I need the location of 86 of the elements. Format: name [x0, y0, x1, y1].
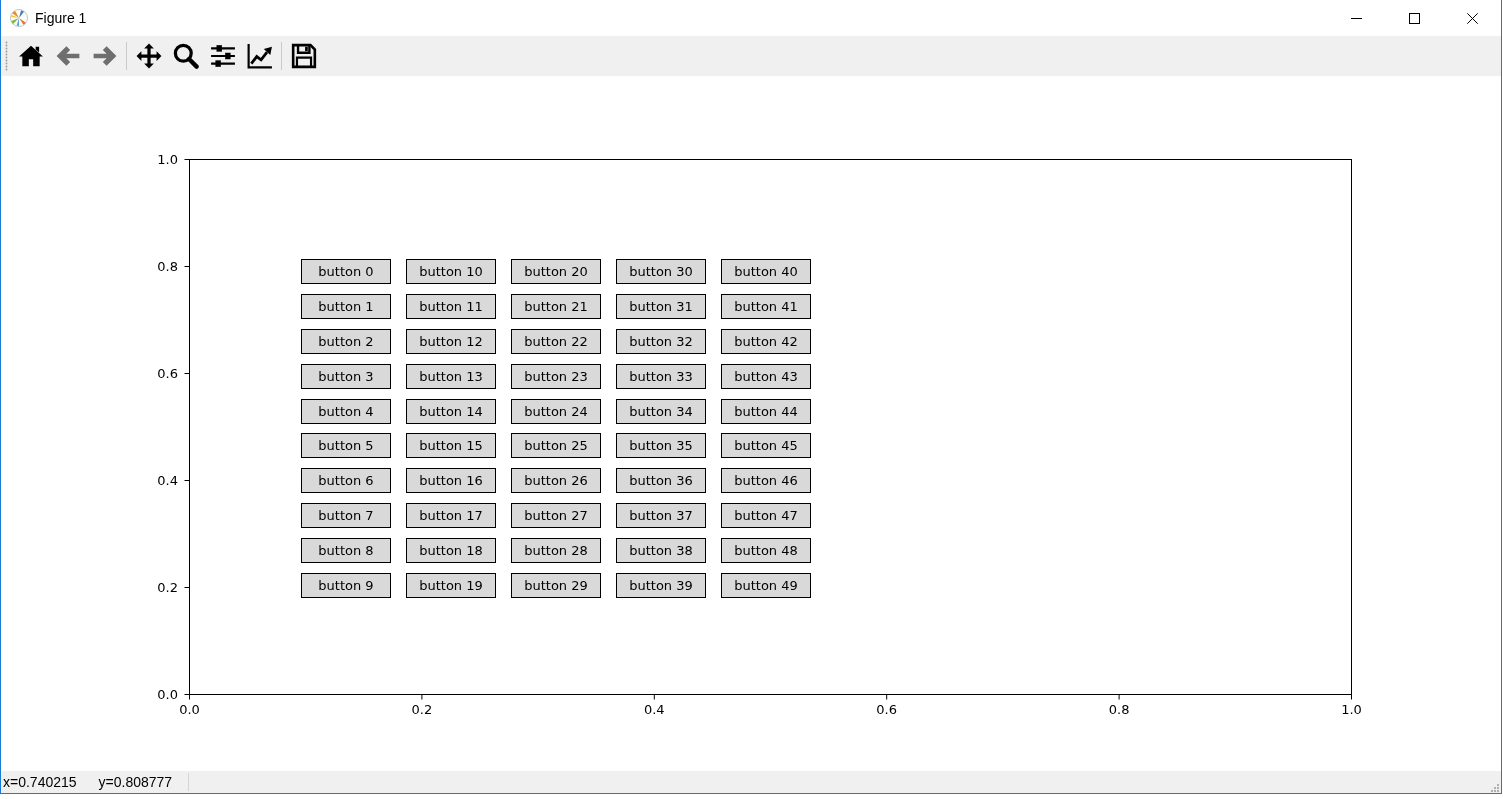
widget-button[interactable]: button 21 — [511, 293, 601, 319]
y-tick-label: 0.0 — [157, 687, 178, 703]
widget-button[interactable]: button 25 — [511, 433, 601, 459]
widget-button[interactable]: button 47 — [721, 503, 811, 529]
widget-button[interactable]: button 27 — [511, 503, 601, 529]
y-tick-label: 0.4 — [157, 473, 178, 489]
tick-mark — [1351, 694, 1352, 700]
close-icon[interactable] — [1466, 12, 1478, 24]
cursor-y-readout: y=0.808777 — [98, 774, 173, 790]
widget-button[interactable]: button 6 — [301, 468, 391, 494]
tick-mark — [184, 159, 190, 160]
widget-button[interactable]: button 23 — [511, 363, 601, 389]
cursor-x-readout: x=0.740215 — [3, 774, 77, 790]
widget-button[interactable]: button 26 — [511, 468, 601, 494]
widget-button[interactable]: button 4 — [301, 398, 391, 424]
widget-button[interactable]: button 13 — [406, 363, 496, 389]
widget-button[interactable]: button 34 — [616, 398, 706, 424]
x-tick-label: 0.6 — [876, 702, 898, 717]
minimize-icon[interactable] — [1350, 17, 1362, 19]
size-grip-icon[interactable] — [1489, 782, 1499, 792]
x-tick-label: 0.2 — [411, 702, 433, 717]
tick-mark — [653, 694, 655, 700]
widget-button[interactable]: button 14 — [406, 398, 496, 424]
y-tick-label: 0.8 — [157, 259, 178, 275]
widget-button[interactable]: button 36 — [616, 468, 706, 494]
widget-button[interactable]: button 42 — [721, 328, 811, 354]
home-icon[interactable] — [17, 43, 44, 69]
widget-button[interactable]: button 43 — [721, 363, 811, 389]
widget-button[interactable]: button 45 — [721, 433, 811, 459]
widget-button[interactable]: button 29 — [511, 573, 601, 598]
widget-button[interactable]: button 2 — [301, 328, 391, 354]
widget-button[interactable]: button 9 — [301, 573, 391, 598]
widget-button[interactable]: button 28 — [511, 538, 601, 564]
widget-button[interactable]: button 19 — [406, 573, 496, 598]
x-tick-label: 0.0 — [179, 702, 200, 717]
widget-button[interactable]: button 8 — [301, 538, 391, 564]
widget-button[interactable]: button 0 — [301, 259, 391, 284]
tick-mark — [421, 694, 423, 700]
widget-button[interactable]: button 46 — [721, 468, 811, 494]
magnifier-icon[interactable] — [172, 43, 199, 69]
y-tick-label: 1.0 — [157, 152, 178, 168]
widget-button[interactable]: button 37 — [616, 503, 706, 529]
widget-button[interactable]: button 30 — [616, 259, 706, 284]
widget-button[interactable]: button 31 — [616, 293, 706, 319]
widget-button[interactable]: button 49 — [721, 573, 811, 598]
widget-button[interactable]: button 32 — [616, 328, 706, 354]
widget-button[interactable]: button 24 — [511, 398, 601, 424]
toolbar-grip-icon[interactable] — [5, 41, 8, 71]
widget-button[interactable]: button 7 — [301, 503, 391, 529]
widget-button[interactable]: button 3 — [301, 363, 391, 389]
widget-button[interactable]: button 41 — [721, 293, 811, 319]
widget-button[interactable]: button 10 — [406, 259, 496, 284]
y-tick-label: 0.2 — [157, 580, 178, 596]
widget-button[interactable]: button 12 — [406, 328, 496, 354]
widget-button[interactable]: button 11 — [406, 293, 496, 319]
tick-mark — [1118, 694, 1120, 700]
tick-mark — [184, 266, 190, 267]
widget-button[interactable]: button 15 — [406, 433, 496, 459]
widget-button[interactable]: button 44 — [721, 398, 811, 424]
widget-button[interactable]: button 20 — [511, 259, 601, 284]
widget-button[interactable]: button 35 — [616, 433, 706, 459]
line-chart-icon[interactable] — [246, 43, 273, 69]
widget-button[interactable]: button 22 — [511, 328, 601, 354]
widget-button[interactable]: button 48 — [721, 538, 811, 564]
sliders-icon[interactable] — [209, 43, 236, 69]
window-title: Figure 1 — [35, 10, 87, 26]
tick-mark — [184, 373, 190, 374]
widget-button[interactable]: button 5 — [301, 433, 391, 459]
x-tick-label: 0.8 — [1108, 702, 1130, 717]
x-tick-label: 1.0 — [1341, 702, 1362, 717]
x-tick-label: 0.4 — [643, 702, 665, 717]
widget-button[interactable]: button 33 — [616, 363, 706, 389]
maximize-icon[interactable] — [1408, 12, 1420, 24]
widget-button[interactable]: button 17 — [406, 503, 496, 529]
widget-button[interactable]: button 16 — [406, 468, 496, 494]
widget-button[interactable]: button 39 — [616, 573, 706, 598]
y-tick-label: 0.6 — [157, 366, 178, 382]
tick-mark — [184, 480, 190, 481]
tick-mark — [886, 694, 888, 700]
widget-button[interactable]: button 40 — [721, 259, 811, 284]
four-way-arrow-icon[interactable] — [135, 43, 162, 69]
tick-mark — [184, 587, 190, 588]
widget-button[interactable]: button 18 — [406, 538, 496, 564]
widget-button[interactable]: button 1 — [301, 293, 391, 319]
widget-button[interactable]: button 38 — [616, 538, 706, 564]
app-logo-icon — [10, 9, 28, 27]
